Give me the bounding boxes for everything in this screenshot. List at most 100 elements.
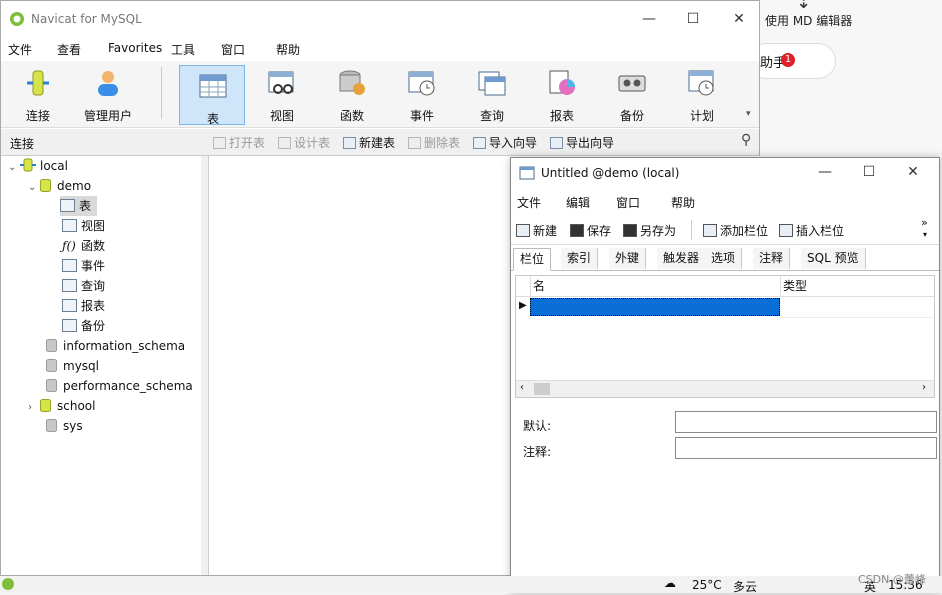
toolbar-report-button[interactable]: 报表	[529, 63, 595, 123]
horizontal-scrollbar[interactable]: ‹ ›	[516, 380, 934, 397]
tree-node-reports[interactable]: 报表	[62, 296, 105, 316]
add-field-button[interactable]: 添加栏位	[703, 222, 768, 239]
tree-node-demo[interactable]: ⌄ demo	[28, 176, 91, 196]
toolbar-table-button[interactable]: 表	[179, 65, 245, 126]
table-icon	[199, 74, 227, 98]
delete-table-button[interactable]: 删除表	[408, 134, 460, 151]
menu-window[interactable]: 窗口	[221, 41, 245, 58]
save-as-icon	[623, 224, 637, 237]
toolbar-backup-button[interactable]: 备份	[599, 63, 665, 123]
toolbar-separator	[691, 220, 692, 240]
close-button[interactable]: ✕	[717, 7, 761, 31]
database-icon	[46, 379, 57, 392]
new-table-button[interactable]: 新建表	[343, 134, 395, 151]
menu-tools[interactable]: 工具	[171, 41, 195, 58]
save-as-button[interactable]: 另存为	[623, 222, 676, 239]
database-icon	[40, 399, 51, 412]
tw-menu-help[interactable]: 帮助	[671, 194, 695, 211]
column-header-type[interactable]: 类型	[780, 276, 933, 296]
type-cell[interactable]	[780, 297, 934, 318]
tree-node-tables[interactable]: 表	[60, 196, 98, 216]
menu-favorites[interactable]: Favorites	[108, 41, 162, 55]
scroll-left-icon[interactable]: ‹	[520, 382, 524, 393]
toolbar-manage-users-button[interactable]: 管理用户	[75, 63, 141, 123]
menu-view[interactable]: 查看	[57, 41, 81, 58]
tw-menu-file[interactable]: 文件	[517, 194, 541, 211]
scroll-right-icon[interactable]: ›	[922, 382, 926, 393]
backup-icon	[62, 319, 77, 332]
maximize-button[interactable]: ☐	[671, 7, 715, 31]
tw-close-button[interactable]: ✕	[891, 160, 935, 184]
toolbar-query-button[interactable]: 查询	[459, 63, 525, 123]
tree-node-backups[interactable]: 备份	[62, 316, 105, 336]
toolbar-view-button[interactable]: 视图	[249, 63, 315, 123]
overflow-icon[interactable]: »	[921, 216, 928, 229]
open-table-button[interactable]: 打开表	[213, 134, 265, 151]
tree-node-information-schema[interactable]: information_schema	[46, 336, 185, 356]
menu-file[interactable]: 文件	[8, 41, 32, 58]
save-button[interactable]: 保存	[570, 222, 611, 239]
report-icon	[549, 70, 575, 95]
comment-label: 注释:	[523, 445, 552, 459]
tree-node-functions[interactable]: ƒ() 函数	[62, 236, 105, 256]
connection-icon	[20, 158, 36, 172]
toolbar-overflow-icon[interactable]: ▾	[746, 109, 751, 119]
tree-node-events[interactable]: 事件	[62, 256, 105, 276]
function-icon	[339, 70, 365, 95]
fields-grid[interactable]: 名 类型 ▶ ‹ ›	[515, 275, 935, 398]
chevron-right-icon[interactable]: ›	[28, 398, 40, 418]
tw-maximize-button[interactable]: ☐	[847, 160, 891, 184]
toolbar-schedule-button[interactable]: 计划	[669, 63, 735, 123]
tab-fields[interactable]: 栏位	[513, 248, 552, 271]
pane-splitter[interactable]	[201, 156, 208, 575]
event-icon	[408, 71, 435, 96]
tw-minimize-button[interactable]: —	[803, 160, 847, 184]
menu-help[interactable]: 帮助	[276, 41, 300, 58]
query-icon	[478, 71, 506, 96]
tw-menu-window[interactable]: 窗口	[616, 194, 640, 211]
navicat-taskbar-icon[interactable]	[2, 578, 14, 590]
insert-field-icon	[779, 224, 793, 237]
name-cell-editor[interactable]	[530, 298, 780, 316]
chevron-down-icon[interactable]: ▾	[923, 230, 927, 239]
tree-node-performance-schema[interactable]: performance_schema	[46, 376, 193, 396]
tree-node-mysql[interactable]: mysql	[46, 356, 99, 376]
tw-menu-edit[interactable]: 编辑	[566, 194, 590, 211]
column-header-name[interactable]: 名	[530, 276, 783, 296]
scroll-thumb[interactable]	[534, 383, 550, 395]
table-icon	[60, 199, 75, 212]
md-editor-link[interactable]: 使用 MD 编辑器	[765, 12, 852, 29]
toolbar-event-button[interactable]: 事件	[389, 63, 455, 123]
chevron-down-icon[interactable]: ⌄	[8, 158, 20, 178]
export-wizard-button[interactable]: 导出向导	[550, 134, 614, 151]
toolbar-connect-button[interactable]: 连接	[5, 63, 71, 123]
chevron-down-icon[interactable]: ⌄	[28, 178, 40, 198]
grid-header: 名 类型	[516, 276, 934, 297]
search-icon[interactable]: ⚲	[741, 132, 751, 148]
tree-node-queries[interactable]: 查询	[62, 276, 105, 296]
tree-node-sys[interactable]: sys	[46, 416, 83, 436]
design-table-button[interactable]: 设计表	[278, 134, 330, 151]
insert-field-button[interactable]: 插入栏位	[779, 222, 844, 239]
new-button[interactable]: 新建	[516, 222, 557, 239]
tab-triggers[interactable]: 触发器	[657, 248, 707, 269]
user-icon	[98, 71, 118, 96]
tree-node-school[interactable]: › school	[28, 396, 95, 416]
default-input[interactable]	[675, 411, 937, 433]
event-icon	[62, 259, 77, 272]
comment-input[interactable]	[675, 437, 937, 459]
main-menubar: 文件 查看 Favorites 工具 窗口 帮助	[1, 37, 759, 59]
temperature: 25°C	[692, 578, 722, 592]
new-table-icon	[343, 137, 356, 149]
weather-icon: ☁	[664, 576, 676, 590]
tab-options[interactable]: 选项	[705, 248, 743, 269]
tree-node-local[interactable]: ⌄ local	[8, 156, 68, 176]
minimize-button[interactable]: —	[627, 7, 671, 31]
tab-sql-preview[interactable]: SQL 预览	[801, 248, 866, 269]
tab-foreign-keys[interactable]: 外键	[609, 248, 647, 269]
tree-node-views[interactable]: 视图	[62, 216, 105, 236]
tab-comment[interactable]: 注释	[753, 248, 791, 269]
import-wizard-button[interactable]: 导入向导	[473, 134, 537, 151]
tab-indexes[interactable]: 索引	[561, 248, 599, 269]
toolbar-function-button[interactable]: 函数	[319, 63, 385, 123]
